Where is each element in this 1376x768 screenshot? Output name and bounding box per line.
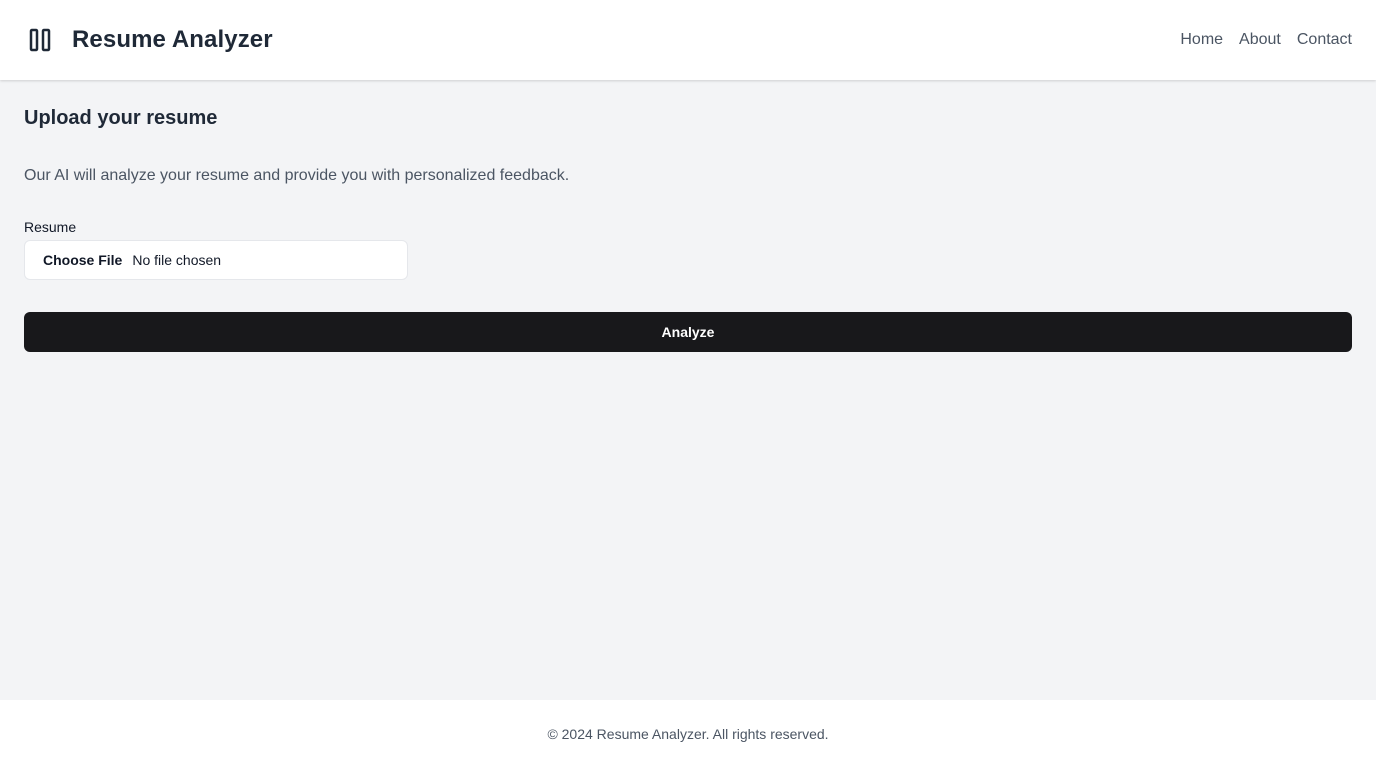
nav-link-contact[interactable]: Contact [1297, 31, 1352, 49]
analyze-button[interactable]: Analyze [24, 312, 1352, 352]
app-title: Resume Analyzer [72, 26, 273, 53]
resume-label: Resume [24, 219, 77, 235]
nav-link-about[interactable]: About [1239, 31, 1281, 49]
page-description: Our AI will analyze your resume and prov… [24, 167, 570, 184]
page-title: Upload your resume [24, 107, 218, 129]
brand: Resume Analyzer [28, 26, 273, 54]
nav-link-home[interactable]: Home [1180, 31, 1223, 49]
columns-icon [28, 27, 52, 53]
choose-file-button[interactable]: Choose File [43, 252, 122, 268]
copyright-text: © 2024 Resume Analyzer. All rights reser… [547, 726, 829, 742]
site-footer: © 2024 Resume Analyzer. All rights reser… [0, 700, 1376, 768]
file-status-text: No file chosen [132, 252, 222, 268]
site-header: Resume Analyzer Home About Contact [0, 0, 1376, 80]
main-nav: Home About Contact [1180, 31, 1352, 49]
resume-file-input[interactable]: Choose File No file chosen [24, 240, 408, 280]
